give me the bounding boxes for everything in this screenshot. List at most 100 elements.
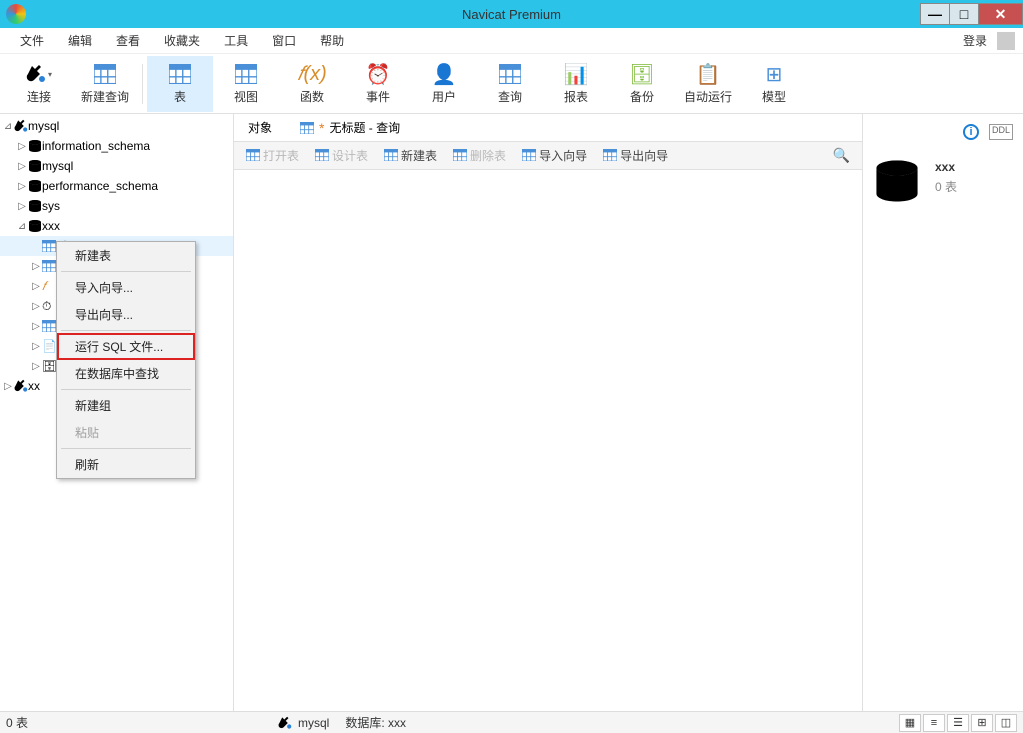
menu-tools[interactable]: 工具 xyxy=(212,29,260,52)
context-menu: 新建表 导入向导... 导出向导... 运行 SQL 文件... 在数据库中查找… xyxy=(56,241,196,479)
tab-untitled-query[interactable]: * 无标题 - 查询 xyxy=(286,114,414,141)
ctx-export-wizard[interactable]: 导出向导... xyxy=(57,301,195,328)
center-pane: 对象 * 无标题 - 查询 打开表 设计表 新建表 删除表 导入向导 导出向导 … xyxy=(234,114,863,711)
view-er-button[interactable]: ⊞ xyxy=(971,714,993,732)
close-button[interactable]: ✕ xyxy=(978,3,1023,25)
tool-report[interactable]: 📊 报表 xyxy=(543,56,609,112)
ctx-find-in-db[interactable]: 在数据库中查找 xyxy=(57,360,195,387)
tool-auto-run[interactable]: 📋 自动运行 xyxy=(675,56,741,112)
tab-objects-label: 对象 xyxy=(248,119,272,136)
menu-favorites[interactable]: 收藏夹 xyxy=(152,29,212,52)
database-icon xyxy=(28,160,42,172)
act-design-table: 设计表 xyxy=(309,145,374,166)
ctx-refresh[interactable]: 刷新 xyxy=(57,451,195,478)
tool-event-label: 事件 xyxy=(366,88,390,105)
menu-edit[interactable]: 编辑 xyxy=(56,29,104,52)
tool-table[interactable]: 表 xyxy=(147,56,213,112)
connection-icon xyxy=(14,379,28,393)
clock-icon: ⏰ xyxy=(365,62,391,86)
status-table-count: 0 表 xyxy=(6,714,28,731)
menu-file[interactable]: 文件 xyxy=(8,29,56,52)
new-table-icon xyxy=(384,149,398,163)
toolbar-separator xyxy=(142,64,143,104)
tool-user[interactable]: 👤 用户 xyxy=(411,56,477,112)
tool-query-label: 查询 xyxy=(498,88,522,105)
tree-db-label: xxx xyxy=(42,219,60,233)
tool-new-query[interactable]: 新建查询 xyxy=(72,56,138,112)
tool-function-label: 函数 xyxy=(300,88,324,105)
tree-db-sys[interactable]: ▷ sys xyxy=(0,196,233,216)
event-group-icon: ⏱ xyxy=(42,299,56,314)
view-grid-button[interactable]: ▦ xyxy=(899,714,921,732)
tool-user-label: 用户 xyxy=(432,88,456,105)
tree-db-label: mysql xyxy=(42,159,73,173)
menu-view[interactable]: 查看 xyxy=(104,29,152,52)
tree-db-label: sys xyxy=(42,199,60,213)
tool-connect-label: 连接 xyxy=(27,88,51,105)
view-list-button[interactable]: ≡ xyxy=(923,714,945,732)
status-db-label: 数据库: xxx xyxy=(345,714,406,731)
tool-view[interactable]: 视图 xyxy=(213,56,279,112)
function-group-icon: 𝑓 xyxy=(42,279,56,294)
tool-table-label: 表 xyxy=(174,88,186,105)
model-icon: ⊞ xyxy=(761,62,787,86)
minimize-button[interactable]: — xyxy=(920,3,950,25)
info-pane: i DDL xxx 0 表 xyxy=(863,114,1023,711)
import-wizard-icon xyxy=(522,149,536,163)
tab-objects[interactable]: 对象 xyxy=(234,114,286,141)
report-icon: 📊 xyxy=(563,62,589,86)
tool-connect[interactable]: ▾ 连接 xyxy=(6,56,72,112)
tree-connection[interactable]: ⊿ mysql xyxy=(0,116,233,136)
status-connection-name: mysql xyxy=(298,716,329,730)
view-detail-button[interactable]: ☰ xyxy=(947,714,969,732)
ddl-icon[interactable]: DDL xyxy=(989,124,1013,140)
tool-function[interactable]: 𝑓(x) 函数 xyxy=(279,56,345,112)
connection-tree[interactable]: ⊿ mysql ▷ information_schema ▷ mysql ▷ p… xyxy=(0,114,234,711)
database-icon xyxy=(28,200,42,212)
tree-db-perf-schema[interactable]: ▷ performance_schema xyxy=(0,176,233,196)
view-group-icon xyxy=(42,260,56,272)
info-icon[interactable]: i xyxy=(963,124,979,140)
info-db-name: xxx xyxy=(935,160,957,174)
function-icon: 𝑓(x) xyxy=(299,62,325,86)
query-tab-icon xyxy=(300,122,314,134)
user-icon: 👤 xyxy=(431,62,457,86)
view-extra-button[interactable]: ◫ xyxy=(995,714,1017,732)
login-link[interactable]: 登录 xyxy=(957,29,993,52)
menu-window[interactable]: 窗口 xyxy=(260,29,308,52)
tree-conn-label: mysql xyxy=(28,119,59,133)
act-new-table[interactable]: 新建表 xyxy=(378,145,443,166)
backup-group-icon: 🗄 xyxy=(42,359,56,373)
tree-db-xxx[interactable]: ⊿ xxx xyxy=(0,216,233,236)
tool-auto-run-label: 自动运行 xyxy=(684,88,732,105)
tool-model[interactable]: ⊞ 模型 xyxy=(741,56,807,112)
object-list[interactable] xyxy=(234,170,862,711)
maximize-button[interactable]: □ xyxy=(949,3,979,25)
ctx-separator xyxy=(61,448,191,449)
act-import-wizard[interactable]: 导入向导 xyxy=(516,145,593,166)
menu-help[interactable]: 帮助 xyxy=(308,29,356,52)
ctx-separator xyxy=(61,330,191,331)
tree-db-label: performance_schema xyxy=(42,179,158,193)
table-group-icon xyxy=(42,240,56,252)
report-group-icon: 📄 xyxy=(42,339,56,353)
tree-db-mysql[interactable]: ▷ mysql xyxy=(0,156,233,176)
act-export-wizard[interactable]: 导出向导 xyxy=(597,145,674,166)
backup-icon: 🗄 xyxy=(629,62,655,86)
ctx-run-sql-file[interactable]: 运行 SQL 文件... xyxy=(57,333,195,360)
ctx-new-table[interactable]: 新建表 xyxy=(57,242,195,269)
tool-backup[interactable]: 🗄 备份 xyxy=(609,56,675,112)
search-icon[interactable]: 🔍 xyxy=(833,147,856,164)
tool-event[interactable]: ⏰ 事件 xyxy=(345,56,411,112)
main-toolbar: ▾ 连接 新建查询 表 视图 𝑓(x) 函数 ⏰ 事件 👤 用户 查询 📊 报表… xyxy=(0,54,1023,114)
tool-query[interactable]: 查询 xyxy=(477,56,543,112)
info-table-count: 0 表 xyxy=(935,178,957,195)
query-group-icon xyxy=(42,320,56,332)
export-wizard-icon xyxy=(603,149,617,163)
tree-db-info-schema[interactable]: ▷ information_schema xyxy=(0,136,233,156)
database-icon xyxy=(28,180,42,192)
tree-conn-label: xx xyxy=(28,379,40,393)
ctx-import-wizard[interactable]: 导入向导... xyxy=(57,274,195,301)
avatar-icon[interactable] xyxy=(997,32,1015,50)
ctx-new-group[interactable]: 新建组 xyxy=(57,392,195,419)
